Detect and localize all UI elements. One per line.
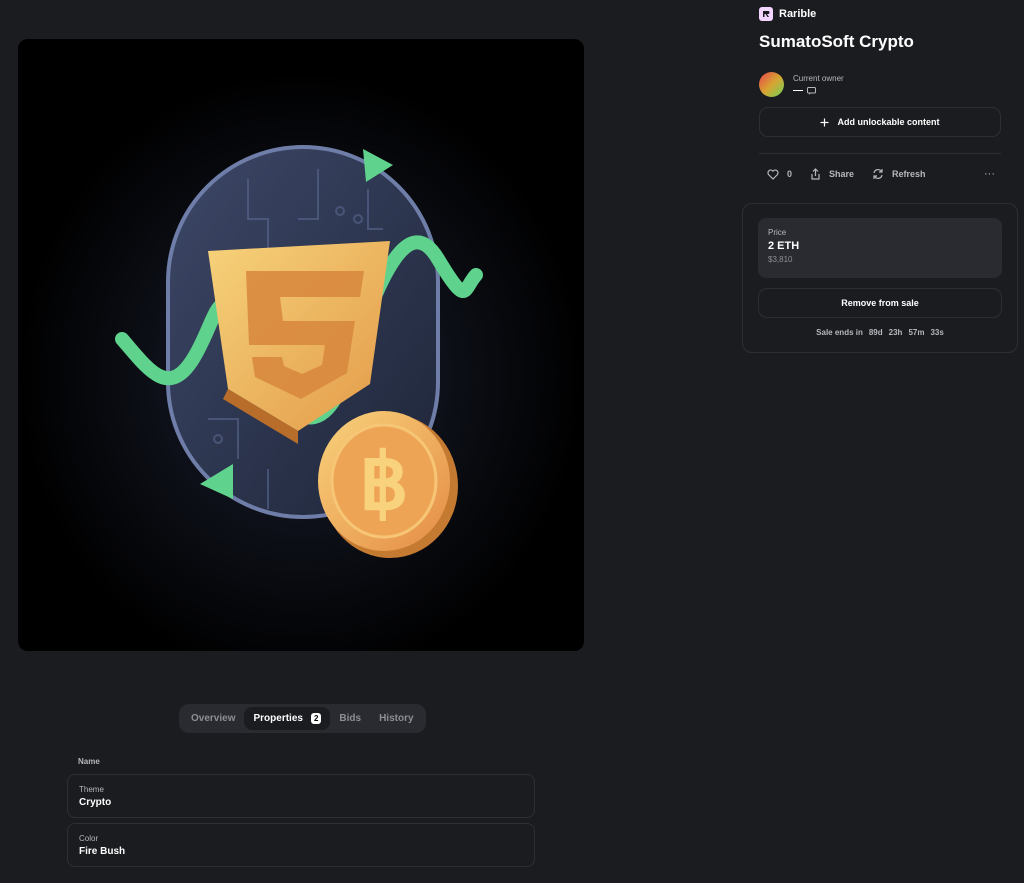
divider	[759, 153, 1001, 154]
collection-link[interactable]: Rarible	[759, 7, 816, 21]
item-actions-bar: 0 Share Refresh ···	[759, 163, 1001, 185]
current-owner[interactable]: Current owner —	[759, 72, 844, 97]
tab-bids-label: Bids	[339, 713, 362, 724]
tab-properties-count-badge: 2	[310, 713, 322, 724]
owner-label: Current owner	[793, 74, 844, 83]
remove-from-sale-button[interactable]: Remove from sale	[758, 288, 1002, 318]
svg-text:฿: ฿	[359, 438, 409, 526]
sale-countdown: Sale ends in 89d 23h 57m 33s	[743, 328, 1017, 337]
property-card[interactable]: Color Fire Bush	[67, 823, 535, 867]
owner-name-row: —	[793, 86, 844, 96]
price-box: Price 2 ETH $3,810	[758, 218, 1002, 278]
tab-overview[interactable]: Overview	[182, 707, 244, 730]
nft-item-page: ฿ Overview Properties 2 Bids History Nam…	[0, 0, 1024, 883]
tab-history-label: History	[379, 713, 414, 724]
tab-properties[interactable]: Properties 2	[244, 707, 331, 730]
refresh-icon	[873, 169, 883, 179]
item-tabs: Overview Properties 2 Bids History	[179, 704, 426, 733]
owner-avatar[interactable]	[759, 72, 784, 97]
add-unlockable-content-label: Add unlockable content	[837, 117, 940, 127]
nft-artwork-image[interactable]: ฿	[18, 39, 584, 651]
like-count: 0	[787, 169, 793, 179]
properties-column-header: Name	[78, 757, 100, 766]
property-value: Crypto	[79, 797, 112, 808]
countdown-days: 89d	[868, 328, 883, 337]
refresh-label: Refresh	[892, 169, 926, 179]
price-fiat-value: $3,810	[768, 255, 793, 264]
item-title: SumatoSoft Crypto	[759, 32, 914, 51]
countdown-minutes: 57m	[908, 328, 925, 337]
like-button[interactable]: 0	[767, 168, 793, 180]
sale-ends-label: Sale ends in	[816, 328, 863, 337]
price-label: Price	[768, 228, 787, 237]
property-value: Fire Bush	[79, 846, 126, 857]
message-icon[interactable]	[807, 87, 816, 95]
share-icon	[811, 168, 820, 180]
add-unlockable-content-button[interactable]: Add unlockable content	[759, 107, 1001, 137]
rarible-logo-icon	[759, 7, 773, 21]
owner-name[interactable]: —	[793, 86, 803, 96]
property-card[interactable]: Theme Crypto	[67, 774, 535, 818]
tab-history[interactable]: History	[370, 707, 422, 730]
remove-from-sale-label: Remove from sale	[841, 298, 919, 308]
collection-name: Rarible	[779, 8, 817, 20]
share-button[interactable]: Share	[810, 168, 854, 180]
plus-icon	[820, 118, 829, 126]
sale-card: Price 2 ETH $3,810 Remove from sale Sale…	[742, 203, 1018, 353]
tab-bids[interactable]: Bids	[330, 707, 370, 730]
countdown-hours: 23h	[888, 328, 903, 337]
property-key: Theme	[79, 785, 104, 794]
share-label: Share	[829, 169, 855, 179]
refresh-button[interactable]: Refresh	[872, 168, 926, 180]
price-value: 2 ETH	[768, 240, 800, 252]
owner-info: Current owner —	[793, 72, 844, 97]
property-key: Color	[79, 834, 99, 843]
more-options-icon[interactable]: ···	[984, 168, 995, 180]
tab-overview-label: Overview	[191, 713, 236, 724]
crypto-artwork-illustration: ฿	[18, 39, 584, 651]
heart-icon	[767, 168, 779, 180]
tab-properties-label: Properties	[253, 713, 303, 724]
countdown-seconds: 33s	[930, 328, 944, 337]
